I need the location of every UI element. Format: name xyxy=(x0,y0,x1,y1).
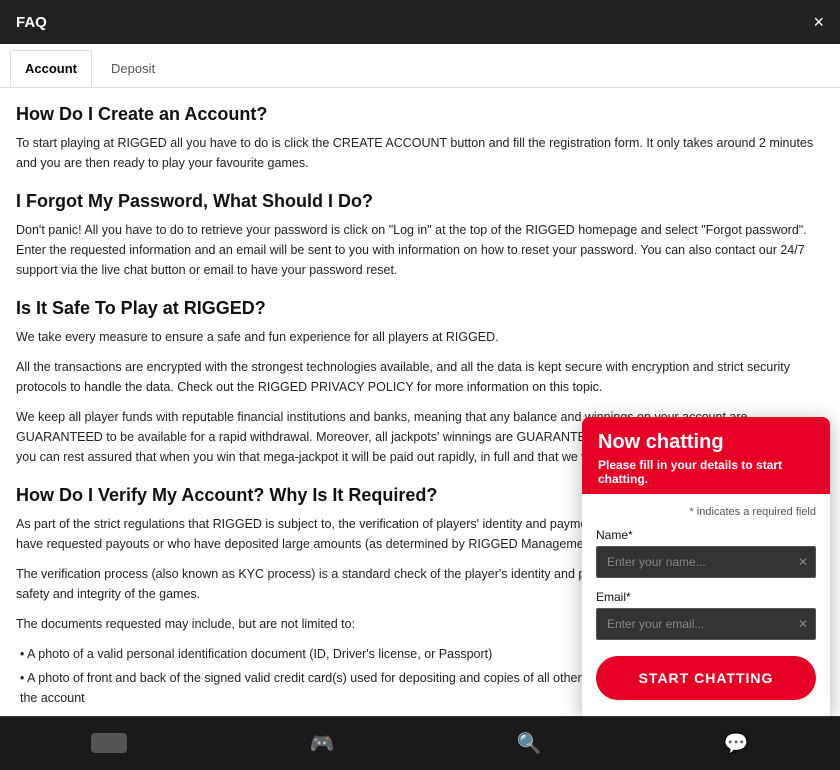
chat-header: Now chatting Please fill in your details… xyxy=(582,417,830,494)
faq-title-3: Is It Safe To Play at RIGGED? xyxy=(16,298,824,319)
search-icon: 🔍 xyxy=(517,731,542,756)
chat-email-input[interactable] xyxy=(596,608,816,640)
main-content: Account Deposit How Do I Create an Accou… xyxy=(0,44,840,716)
bottom-nav: 🎮 🔍 💬 xyxy=(0,716,840,770)
chat-email-clear-icon[interactable]: ✕ xyxy=(798,617,808,631)
nav-item-games[interactable]: 🎮 xyxy=(309,731,334,756)
chat-icon: 💬 xyxy=(724,731,749,756)
chat-required-note: * indicates a required field xyxy=(596,506,816,518)
nav-item-chat[interactable]: 💬 xyxy=(724,731,749,756)
header: FAQ × xyxy=(0,0,840,44)
faq-text-3-2: All the transactions are encrypted with … xyxy=(16,357,824,397)
tab-bar: Account Deposit xyxy=(0,44,840,88)
tab-deposit[interactable]: Deposit xyxy=(96,50,170,87)
faq-title-2: I Forgot My Password, What Should I Do? xyxy=(16,191,824,212)
header-title: FAQ xyxy=(16,14,47,31)
chat-name-label: Name* xyxy=(596,528,816,542)
chat-name-input[interactable] xyxy=(596,546,816,578)
chat-name-wrapper: ✕ xyxy=(596,546,816,578)
chat-email-label: Email* xyxy=(596,590,816,604)
faq-text-1-1: To start playing at RIGGED all you have … xyxy=(16,133,824,173)
chat-email-wrapper: ✕ xyxy=(596,608,816,640)
faq-title-1: How Do I Create an Account? xyxy=(16,104,824,125)
chat-name-clear-icon[interactable]: ✕ xyxy=(798,555,808,569)
user-avatar xyxy=(91,733,127,753)
nav-item-search[interactable]: 🔍 xyxy=(517,731,542,756)
chat-body: * indicates a required field Name* ✕ Ema… xyxy=(582,494,830,716)
start-chatting-button[interactable]: START CHATTING xyxy=(596,656,816,700)
chat-widget: Now chatting Please fill in your details… xyxy=(582,417,830,716)
chat-title: Now chatting xyxy=(598,431,814,454)
games-icon: 🎮 xyxy=(309,731,334,756)
close-button[interactable]: × xyxy=(813,13,824,31)
faq-text-3-1: We take every measure to ensure a safe a… xyxy=(16,327,824,347)
chat-subtitle: Please fill in your details to start cha… xyxy=(598,458,814,486)
tab-account[interactable]: Account xyxy=(10,50,92,87)
faq-text-2-1: Don't panic! All you have to do to retri… xyxy=(16,220,824,280)
nav-item-user[interactable] xyxy=(91,733,127,755)
